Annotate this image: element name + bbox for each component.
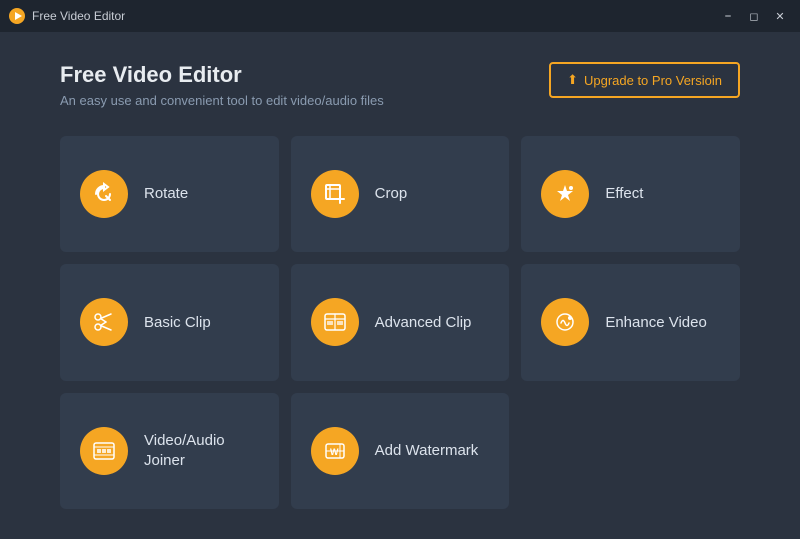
tool-rotate[interactable]: Rotate [60,136,279,252]
svg-text:W: W [330,447,339,457]
header: Free Video Editor An easy use and conven… [60,62,740,108]
app-logo [8,7,26,25]
header-left: Free Video Editor An easy use and conven… [60,62,384,108]
enhance-video-icon [541,298,589,346]
rotate-label: Rotate [144,184,188,204]
effect-label: Effect [605,184,643,204]
minimize-button[interactable]: ⎯ [716,6,740,26]
tool-crop[interactable]: Crop [291,136,510,252]
basic-clip-icon [80,298,128,346]
upgrade-button[interactable]: ⬆ Upgrade to Pro Versioin [549,62,740,98]
title-bar: Free Video Editor ⎯ ◻ ✕ [0,0,800,32]
tool-advanced-clip[interactable]: Advanced Clip [291,264,510,380]
close-button[interactable]: ✕ [768,6,792,26]
window-controls: ⎯ ◻ ✕ [716,6,792,26]
rotate-icon [80,170,128,218]
enhance-video-label: Enhance Video [605,313,706,333]
basic-clip-label: Basic Clip [144,313,211,333]
add-watermark-label: Add Watermark [375,441,479,461]
upgrade-icon: ⬆ [567,72,578,88]
tool-enhance-video[interactable]: Enhance Video [521,264,740,380]
crop-icon [311,170,359,218]
crop-label: Crop [375,184,408,204]
page-subtitle: An easy use and convenient tool to edit … [60,93,384,108]
video-audio-joiner-icon [80,427,128,475]
app-title: Free Video Editor [32,9,716,23]
tool-video-audio-joiner[interactable]: Video/Audio Joiner [60,393,279,509]
upgrade-label: Upgrade to Pro Versioin [584,73,722,88]
advanced-clip-icon [311,298,359,346]
add-watermark-icon: W [311,427,359,475]
advanced-clip-label: Advanced Clip [375,313,472,333]
tool-add-watermark[interactable]: W Add Watermark [291,393,510,509]
tool-effect[interactable]: Effect [521,136,740,252]
tool-basic-clip[interactable]: Basic Clip [60,264,279,380]
main-content: Free Video Editor An easy use and conven… [0,32,800,539]
page-title: Free Video Editor [60,62,384,88]
maximize-button[interactable]: ◻ [742,6,766,26]
effect-icon [541,170,589,218]
video-audio-joiner-label: Video/Audio Joiner [144,431,259,470]
tools-grid: Rotate Crop Effect [60,136,740,509]
